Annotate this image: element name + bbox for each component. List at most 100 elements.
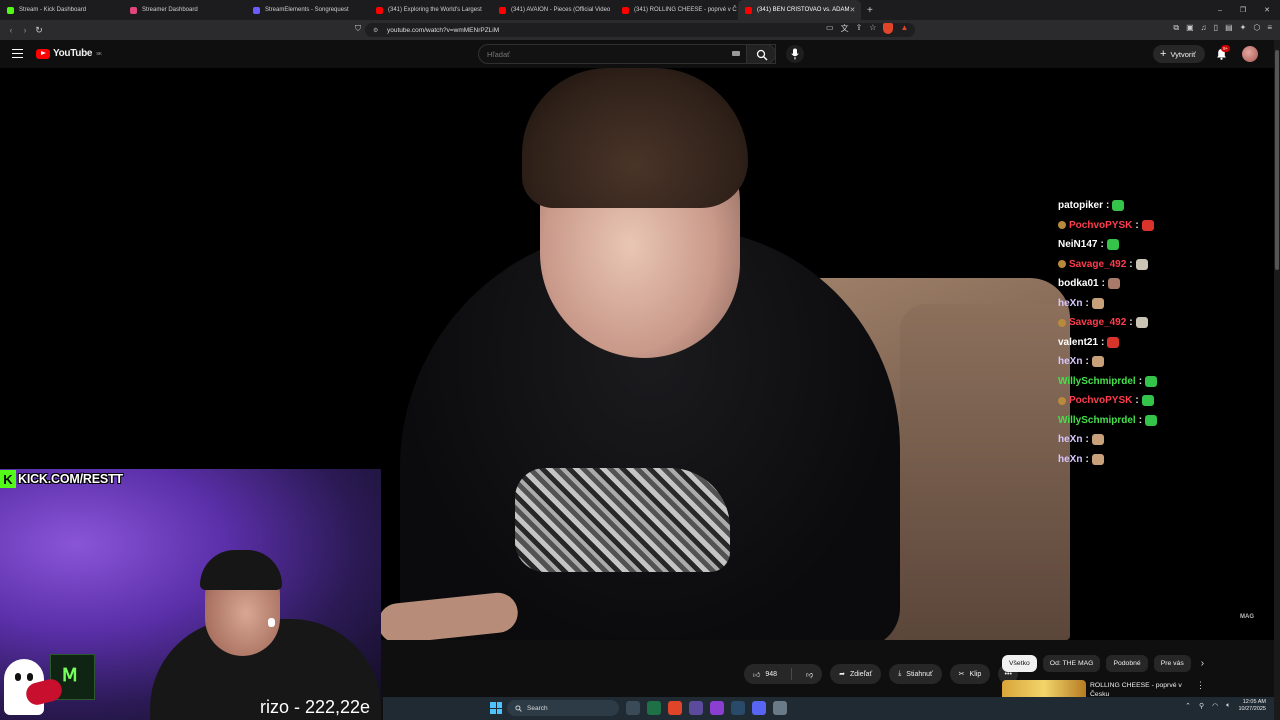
share-button[interactable]: ➦ Zdieľať xyxy=(830,664,882,684)
chat-message: heXn: xyxy=(1058,294,1198,314)
clip-button[interactable]: ✂ Klip xyxy=(949,664,991,684)
recommendation-menu-icon[interactable]: ⋮ xyxy=(1196,680,1205,691)
browser-toolbar: ‹ › ↻ ⛉ ⚙ youtube.com/watch?v=wmMENrPZLi… xyxy=(0,20,1280,40)
maximize-button[interactable]: ❐ xyxy=(1240,6,1246,14)
address-actions: ▭ 文 ⇪ ☆ ▲ xyxy=(826,23,908,34)
notification-count-badge: 9+ xyxy=(1221,45,1231,52)
chat-colon: : xyxy=(1085,434,1089,446)
chip-related[interactable]: Podobné xyxy=(1106,655,1148,672)
keyboard-icon[interactable] xyxy=(732,51,740,56)
obs-icon[interactable] xyxy=(689,701,703,715)
wallet-icon[interactable]: ▣ xyxy=(1186,23,1194,33)
vpn-icon[interactable]: ⬡ xyxy=(1253,23,1260,33)
chat-message: PochvoPYSK: xyxy=(1058,216,1198,236)
youtube-logo-text: YouTube xyxy=(53,48,93,59)
voice-search-button[interactable] xyxy=(786,45,804,63)
chat-emote-icon xyxy=(1107,278,1120,290)
recommendation-chips: Všetko Od: THE MAG Podobné Pre vás › xyxy=(1002,655,1204,672)
download-button[interactable]: ⤓ Stiahnuť xyxy=(889,664,942,684)
twitch-icon[interactable] xyxy=(710,701,724,715)
browser-tab[interactable]: StreamElements - Songrequest xyxy=(246,0,369,20)
forward-icon[interactable]: › xyxy=(18,25,32,35)
chat-username: PochvoPYSK xyxy=(1069,395,1133,407)
chip-from-channel[interactable]: Od: THE MAG xyxy=(1042,655,1101,672)
chat-message: NeiN147: xyxy=(1058,235,1198,255)
excel-icon[interactable] xyxy=(647,701,661,715)
settings-icon[interactable] xyxy=(773,701,787,715)
translate-icon[interactable]: 文 xyxy=(841,23,849,34)
brave-browser-icon[interactable] xyxy=(668,701,682,715)
windows-start-icon[interactable] xyxy=(490,702,502,714)
tray-wifi-icon[interactable]: ◠ xyxy=(1212,702,1218,710)
tabs-icon[interactable]: ▤ xyxy=(1225,23,1233,33)
minimize-button[interactable]: – xyxy=(1218,7,1222,14)
chat-emote-icon xyxy=(1106,239,1119,251)
back-icon[interactable]: ‹ xyxy=(4,25,18,35)
bookmark-star-icon[interactable]: ☆ xyxy=(869,23,876,34)
chat-badge-icon xyxy=(1058,396,1066,405)
browser-tab[interactable]: (341) Exploring the World's Largest xyxy=(369,0,492,20)
kick-url-text: KICK.COM/RESTT xyxy=(18,472,123,486)
chat-username: WillySchmiprdel xyxy=(1058,375,1136,387)
chat-colon: : xyxy=(1101,278,1105,290)
puzzle-icon[interactable]: ✦ xyxy=(1240,23,1247,33)
tray-bluetooth-icon[interactable]: ⚲ xyxy=(1199,702,1204,710)
like-button[interactable]: 👍︎ 948 xyxy=(744,664,786,684)
taskbar-search[interactable]: Search xyxy=(507,700,619,716)
sidebar-icon[interactable]: ▯ xyxy=(1214,23,1218,33)
chat-emote-icon xyxy=(1107,336,1120,348)
chat-colon: : xyxy=(1085,297,1089,309)
brave-shield-icon[interactable] xyxy=(883,23,894,34)
recommended-video[interactable]: ROLLING CHEESE - poprvé v Česku ⋮ xyxy=(1002,680,1272,698)
tab-label: StreamElements - Songrequest xyxy=(265,7,349,13)
steam-icon[interactable] xyxy=(731,701,745,715)
hamburger-menu-icon[interactable] xyxy=(12,49,23,58)
share-icon: ➦ xyxy=(839,671,845,678)
new-tab-button[interactable]: + xyxy=(867,5,873,16)
chat-badge-icon xyxy=(1058,318,1066,327)
chat-username: NeiN147 xyxy=(1058,239,1098,251)
extension-icon[interactable]: ⧉ xyxy=(1173,23,1179,33)
chip-for-you[interactable]: Pre vás xyxy=(1153,655,1191,672)
share-page-icon[interactable]: ⇪ xyxy=(856,23,863,34)
rewards-icon[interactable]: ▲ xyxy=(900,23,908,34)
close-window-button[interactable]: ✕ xyxy=(1264,6,1270,14)
discord-icon[interactable] xyxy=(752,701,766,715)
browser-tab[interactable]: (341) AVAION - Pieces (Official Video xyxy=(492,0,615,20)
tab-label: (341) BEN CRISTOVAO vs. ADAM xyxy=(757,7,850,13)
menu-icon[interactable]: ≡ xyxy=(1267,23,1272,33)
chevron-right-icon[interactable]: › xyxy=(1201,658,1204,669)
browser-tab[interactable]: Stream - Kick Dashboard xyxy=(0,0,123,20)
tray-chevron-icon[interactable]: ⌃ xyxy=(1185,702,1191,710)
like-divider xyxy=(791,668,793,680)
browser-tab-bar: Stream - Kick Dashboard Streamer Dashboar… xyxy=(0,0,1280,20)
scrollbar-thumb[interactable] xyxy=(1275,50,1279,270)
earbud-icon xyxy=(268,618,275,627)
close-tab-icon[interactable]: ✕ xyxy=(849,6,855,14)
dislike-button[interactable]: 👎︎ xyxy=(797,664,822,684)
search-placeholder: Hľadať xyxy=(487,49,510,59)
browser-tab[interactable]: (341) BEN CRISTOVAO vs. ADAM ✕ xyxy=(738,0,861,20)
chat-emote-icon xyxy=(1112,200,1125,212)
create-button[interactable]: + Vytvoriť xyxy=(1153,45,1205,63)
browser-tab[interactable]: Streamer Dashboard xyxy=(123,0,246,20)
site-info-icon[interactable]: ⚙ xyxy=(373,27,378,34)
bookmark-icon[interactable]: ⛉ xyxy=(355,24,361,34)
search-button[interactable] xyxy=(746,44,776,64)
browser-tab[interactable]: (341) ROLLING CHEESE - poprvé v Č xyxy=(615,0,738,20)
taskbar-clock[interactable]: 12:05 AM 10/27/2025 xyxy=(1238,699,1266,713)
page-scrollbar[interactable] xyxy=(1274,40,1280,720)
chat-username: heXn xyxy=(1058,356,1083,368)
like-dislike-group: 👍︎ 948 👎︎ xyxy=(744,664,823,684)
media-icon[interactable]: ♫ xyxy=(1201,23,1207,33)
account-avatar[interactable] xyxy=(1242,46,1258,62)
task-view-icon[interactable] xyxy=(626,701,640,715)
youtube-logo[interactable]: YouTube SK xyxy=(36,48,102,59)
cast-icon[interactable]: ▭ xyxy=(826,23,834,34)
chat-emote-icon xyxy=(1141,395,1154,407)
reload-icon[interactable]: ↻ xyxy=(32,25,46,36)
chip-all[interactable]: Všetko xyxy=(1002,655,1037,672)
tray-volume-icon[interactable]: 🔈︎ xyxy=(1226,702,1230,710)
recommended-thumbnail[interactable] xyxy=(1002,680,1086,698)
chat-emote-icon xyxy=(1145,414,1158,426)
